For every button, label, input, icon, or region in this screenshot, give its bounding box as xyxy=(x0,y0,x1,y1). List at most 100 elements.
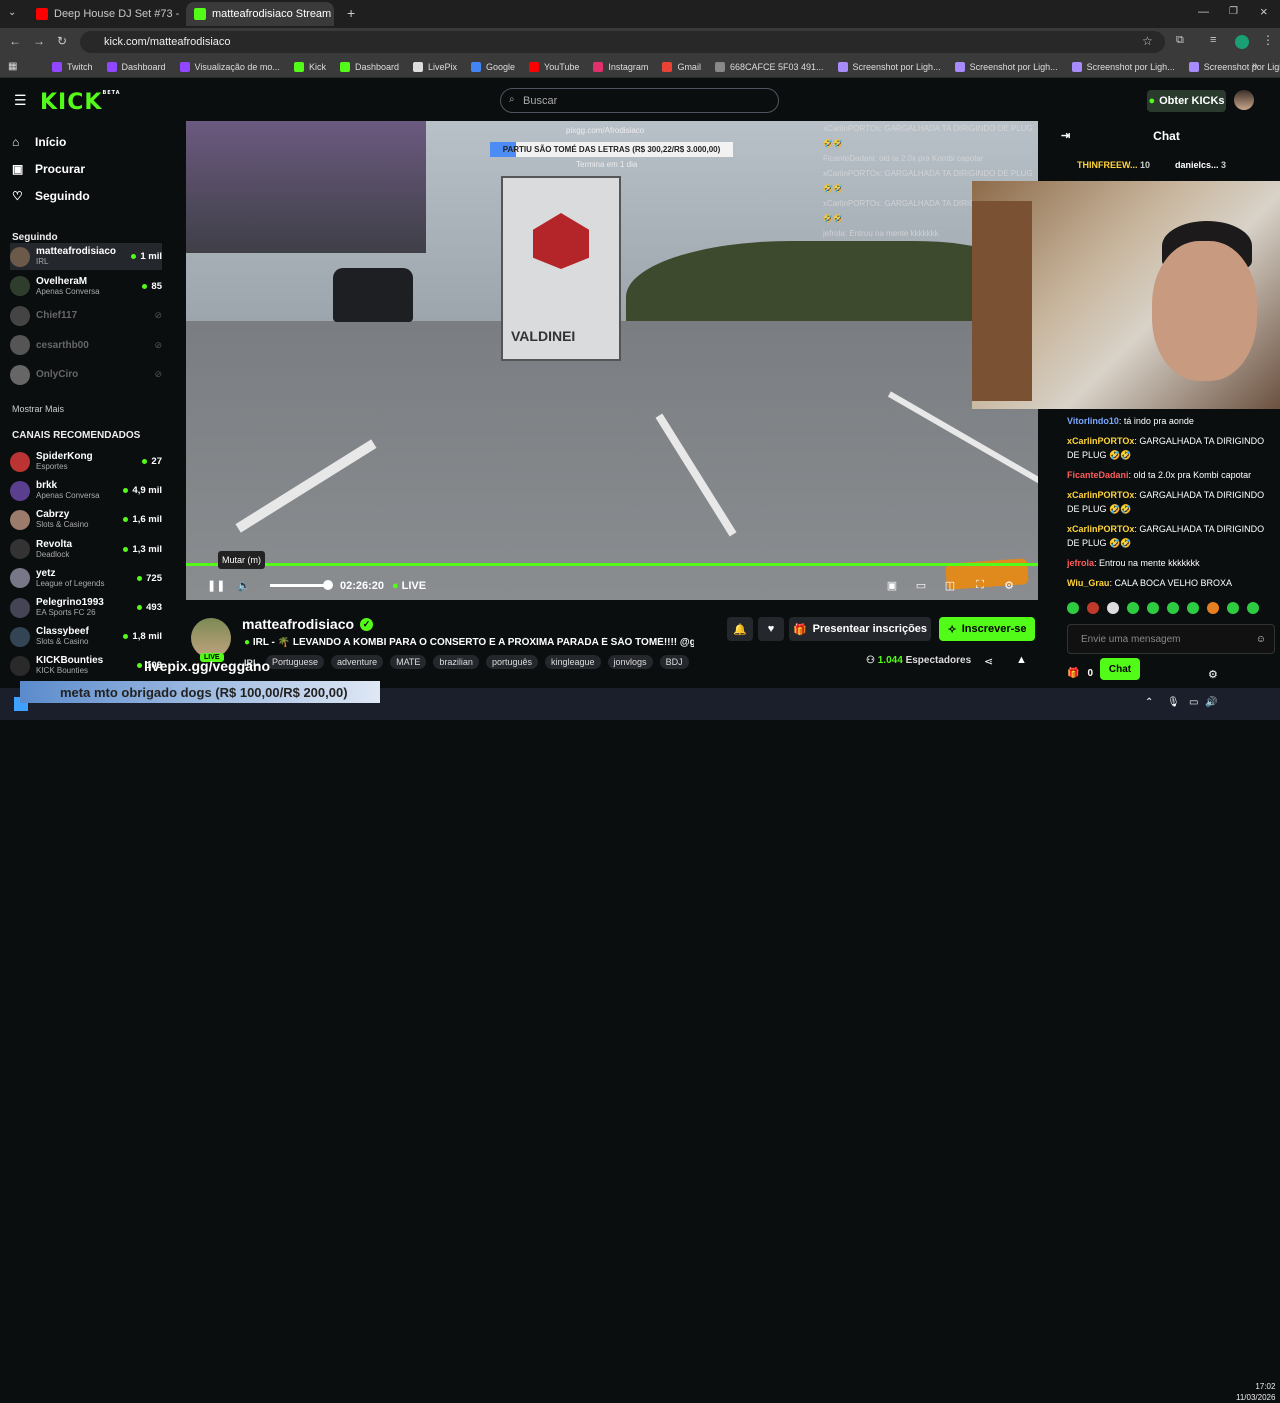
sidebar-channel[interactable]: cesarthb00 ⊘ xyxy=(10,332,162,359)
emote-icon[interactable] xyxy=(1147,602,1159,614)
window-close-button[interactable]: × xyxy=(1260,4,1268,19)
share-icon[interactable]: ⋖ xyxy=(984,655,993,668)
bookmark-item[interactable]: 668CAFCE 5F03 491... xyxy=(714,61,824,72)
sidebar-channel[interactable]: brkk Apenas Conversa 4,9 mil xyxy=(10,477,162,504)
theater-icon[interactable]: ▭ xyxy=(915,579,927,592)
back-icon[interactable]: ← xyxy=(9,34,21,48)
stream-tag[interactable]: jonvlogs xyxy=(607,655,653,669)
clip-icon[interactable]: ▣ xyxy=(886,579,898,592)
collapse-chat-icon[interactable]: ⇥ xyxy=(1061,129,1070,142)
subscribe-button[interactable]: ✧ Inscrever-se xyxy=(939,617,1035,641)
extensions-icon[interactable]: ⧉ xyxy=(1176,34,1184,47)
bookmark-item[interactable]: Twitch xyxy=(52,61,93,72)
sidebar-channel[interactable]: matteafrodisiaco IRL 1 mil xyxy=(10,243,162,270)
bookmark-item[interactable]: YouTube xyxy=(529,61,579,72)
pip-icon[interactable]: ◫ xyxy=(944,579,956,592)
video-player[interactable]: VALDINEI pixgg.com/Afrodisiaco PARTIU SÃ… xyxy=(186,121,1038,600)
chat-username[interactable]: Wiu_Grau xyxy=(1067,578,1109,588)
report-icon[interactable]: ▲ xyxy=(1016,654,1027,666)
get-kicks-button[interactable]: ● Obter KICKs xyxy=(1147,90,1226,112)
emote-icon[interactable] xyxy=(1247,602,1259,614)
volume-slider[interactable] xyxy=(270,580,333,590)
taskbar-clock[interactable]: 17:02 11/03/2026 xyxy=(1236,1381,1275,1403)
gift-counter[interactable]: 🎁 0 xyxy=(1067,668,1093,679)
chat-username[interactable]: Vitorlindo10 xyxy=(1067,416,1119,426)
new-tab-button[interactable]: + xyxy=(347,5,355,21)
minimize-button[interactable]: — xyxy=(1198,6,1209,18)
channel-avatar[interactable] xyxy=(191,618,231,658)
reload-icon[interactable]: ↻ xyxy=(57,34,67,48)
sidebar-channel[interactable]: KICKBounties KICK Bounties 109 xyxy=(10,652,162,679)
emote-icon[interactable] xyxy=(1087,602,1099,614)
more-bookmarks-icon[interactable]: » xyxy=(1252,60,1258,71)
chat-input[interactable]: Envie uma mensagem ☺ xyxy=(1067,624,1275,654)
sidebar-channel[interactable]: SpiderKong Esportes 27 xyxy=(10,448,162,475)
forward-icon[interactable]: → xyxy=(33,34,45,48)
chat-username[interactable]: xCarlinPORTOx xyxy=(1067,524,1134,534)
volume-icon[interactable]: 🔈 xyxy=(237,579,251,592)
media-icon[interactable]: ≡ xyxy=(1210,34,1216,46)
emote-icon[interactable] xyxy=(1227,602,1239,614)
chat-username[interactable]: xCarlinPORTOx xyxy=(1067,436,1134,446)
nav-home[interactable]: ⌂ Início xyxy=(12,135,66,149)
emoji-icon[interactable]: ☺ xyxy=(1256,634,1266,645)
chat-username[interactable]: jefrola xyxy=(1067,558,1094,568)
sidebar-channel[interactable]: yetz League of Legends 725 xyxy=(10,565,162,592)
bookmark-item[interactable]: Gmail xyxy=(662,61,701,72)
bookmark-item[interactable]: Google xyxy=(471,61,515,72)
emote-icon[interactable] xyxy=(1067,602,1079,614)
bookmark-item[interactable]: Screenshot por Ligh... xyxy=(837,61,941,72)
restore-button[interactable]: ❐ xyxy=(1229,6,1238,17)
progress-bar[interactable] xyxy=(186,563,1038,566)
nav-following[interactable]: ♡ Seguindo xyxy=(12,189,90,203)
pause-icon[interactable]: ❚❚ xyxy=(207,579,225,592)
stream-tag[interactable]: kingleague xyxy=(544,655,601,669)
stream-tag[interactable]: português xyxy=(485,655,538,669)
speaker-icon[interactable]: 🔊 xyxy=(1205,697,1217,708)
bookmark-item[interactable]: Dashboard xyxy=(106,61,166,72)
sidebar-channel[interactable]: Pelegrino1993 EA Sports FC 26 493 xyxy=(10,594,162,621)
stream-tag[interactable]: brazilian xyxy=(433,655,479,669)
stream-tag[interactable]: MATE xyxy=(390,655,427,669)
bookmark-item[interactable]: Dashboard xyxy=(339,61,399,72)
tab-kick[interactable]: matteafrodisiaco Stream - V × xyxy=(186,2,334,26)
apps-icon[interactable]: ▦ xyxy=(8,61,17,72)
chat-send-button[interactable]: Chat xyxy=(1100,658,1140,680)
bookmark-item[interactable]: Instagram xyxy=(593,61,648,72)
network-icon[interactable]: ▭ xyxy=(1189,697,1198,708)
settings-icon[interactable]: ⚙ xyxy=(1003,579,1015,592)
sidebar-channel[interactable]: Chief117 ⊘ xyxy=(10,302,162,329)
emote-icon[interactable] xyxy=(1127,602,1139,614)
stream-tag[interactable]: BDJ xyxy=(659,655,689,669)
live-indicator[interactable]: ● LIVE xyxy=(392,580,426,592)
stream-tag[interactable]: adventure xyxy=(331,655,384,669)
chat-username[interactable]: xCarlinPORTOx xyxy=(1067,490,1134,500)
sidebar-channel[interactable]: Classybeef Slots & Casino 1,8 mil xyxy=(10,623,162,650)
bookmark-item[interactable]: Screenshot por Ligh... xyxy=(954,61,1058,72)
emote-icon[interactable] xyxy=(1207,602,1219,614)
kick-logo[interactable]: KICKBETA xyxy=(40,90,121,115)
show-more-link[interactable]: Mostrar Mais xyxy=(12,404,64,414)
tray-chevron-icon[interactable]: ⌃ xyxy=(1145,697,1153,708)
fullscreen-icon[interactable]: ⛶ xyxy=(974,579,986,591)
url-input[interactable]: kick.com/matteafrodisiaco xyxy=(80,31,1165,53)
follow-heart-button[interactable]: ♥ xyxy=(758,617,784,641)
bookmark-star-icon[interactable]: ☆ xyxy=(1142,34,1153,48)
user-avatar[interactable] xyxy=(1234,90,1254,110)
bookmark-item[interactable]: Visualização de mo... xyxy=(179,61,280,72)
stream-tag[interactable]: Portuguese xyxy=(266,655,325,669)
tab-youtube[interactable]: Deep House DJ Set #73 - In Th × xyxy=(28,2,180,26)
sidebar-channel[interactable]: Revolta Deadlock 1,3 mil xyxy=(10,536,162,563)
emote-icon[interactable] xyxy=(1187,602,1199,614)
bookmark-item[interactable]: LivePix xyxy=(412,61,457,72)
notification-bell-button[interactable]: 🔔 xyxy=(727,617,753,641)
emote-icon[interactable] xyxy=(1167,602,1179,614)
menu-icon[interactable]: ⋮ xyxy=(1262,33,1274,47)
profile-avatar[interactable] xyxy=(1235,35,1249,49)
bookmark-item[interactable]: Screenshot por Ligh... xyxy=(1188,61,1280,72)
bookmark-item[interactable]: Screenshot por Ligh... xyxy=(1071,61,1175,72)
channel-name[interactable]: matteafrodisiaco ✓ xyxy=(242,616,374,632)
nav-browse[interactable]: ▣ Procurar xyxy=(12,162,85,176)
mic-icon[interactable]: 🎙 xyxy=(1167,697,1180,708)
emote-icon[interactable] xyxy=(1107,602,1119,614)
